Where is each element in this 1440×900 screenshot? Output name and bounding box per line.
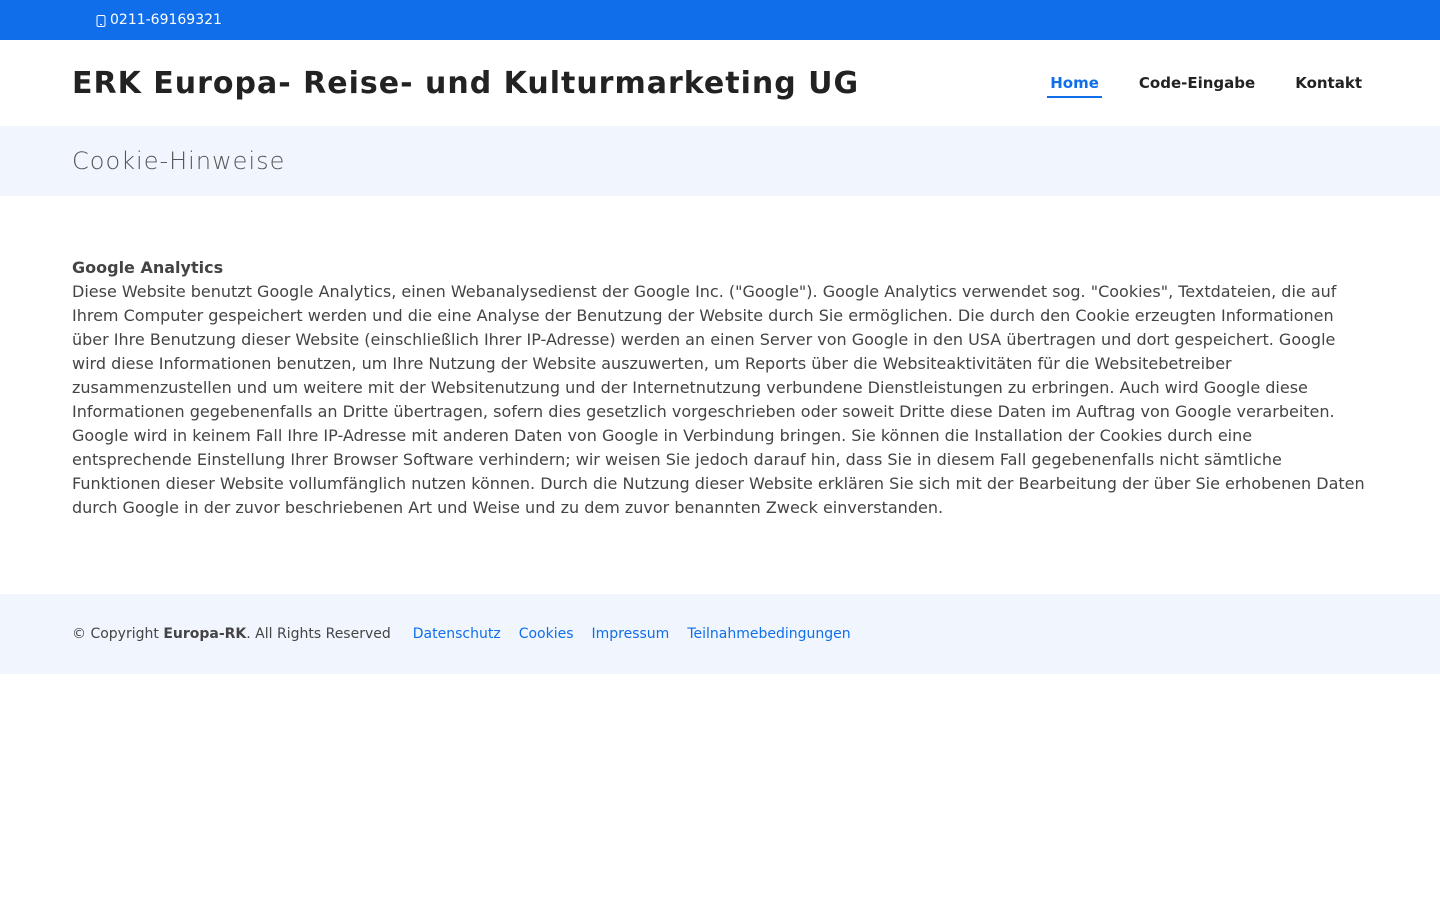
breadcrumbs-section: Cookie-Hinweise <box>0 126 1440 196</box>
site-footer: © Copyright Europa-RK. All Rights Reserv… <box>0 594 1440 674</box>
site-logo[interactable]: ERK Europa- Reise- und Kulturmarketing U… <box>72 66 859 101</box>
section-body: Diese Website benutzt Google Analytics, … <box>72 282 1365 517</box>
section-heading: Google Analytics <box>72 258 224 277</box>
copyright: © Copyright Europa-RK. All Rights Reserv… <box>72 626 391 642</box>
footer-link-datenschutz[interactable]: Datenschutz <box>413 626 501 642</box>
footer-link-teilnahmebedingungen[interactable]: Teilnahmebedingungen <box>687 626 850 642</box>
footer-links: Datenschutz Cookies Impressum Teilnahmeb… <box>413 626 869 642</box>
nav-kontakt[interactable]: Kontakt <box>1292 68 1365 98</box>
site-header: ERK Europa- Reise- und Kulturmarketing U… <box>0 40 1440 126</box>
copyright-brand: Europa-RK <box>163 626 247 642</box>
main-nav: Home Code-Eingabe Kontakt <box>1013 68 1365 98</box>
nav-home[interactable]: Home <box>1047 68 1102 98</box>
copyright-prefix: © Copyright <box>72 626 164 642</box>
footer-link-impressum[interactable]: Impressum <box>592 626 670 642</box>
top-bar: 0211-69169321 <box>0 0 1440 40</box>
copyright-suffix: . All Rights Reserved <box>246 626 391 642</box>
phone-icon <box>96 15 109 29</box>
page-title: Cookie-Hinweise <box>72 147 286 175</box>
phone-number[interactable]: 0211-69169321 <box>110 12 222 28</box>
main-content: Google Analytics Diese Website benutzt G… <box>0 196 1440 594</box>
footer-link-cookies[interactable]: Cookies <box>519 626 574 642</box>
nav-code-eingabe[interactable]: Code-Eingabe <box>1136 68 1258 98</box>
